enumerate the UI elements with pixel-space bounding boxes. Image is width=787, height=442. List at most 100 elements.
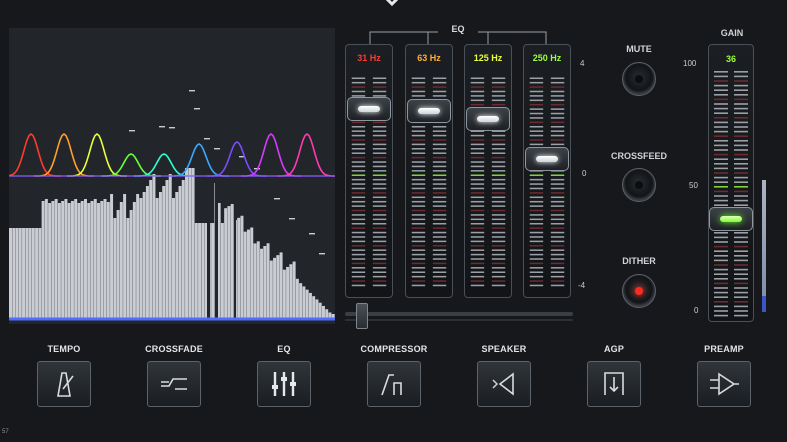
band-tick (432, 245, 447, 247)
eq-band-250hz[interactable]: 250 Hz (523, 44, 571, 298)
fx-crossfade[interactable]: CROSSFADE (134, 344, 214, 407)
fx-agp[interactable]: AGP (574, 344, 654, 407)
gain-tick (714, 245, 728, 248)
top-chevron-icon[interactable] (381, 0, 403, 12)
gain-tick (734, 172, 748, 174)
crossfade-icon (161, 378, 187, 390)
band-tick (550, 134, 565, 137)
gain-tick (734, 264, 748, 266)
band-knob[interactable] (347, 97, 391, 121)
band-tick (550, 284, 565, 287)
band-tick (411, 178, 426, 181)
band-tick (411, 275, 426, 278)
tempo-button[interactable] (37, 361, 91, 407)
band-tick (432, 275, 447, 278)
band-tick (372, 271, 387, 273)
band-tick (491, 192, 506, 194)
eq-scroll-track[interactable] (345, 312, 573, 316)
gain-tick (714, 195, 728, 197)
gain-tick (734, 163, 748, 165)
crossfeed-button[interactable] (622, 168, 656, 202)
fx-preamp[interactable]: PREAMP (684, 344, 764, 407)
eq-scale-top: 4 (580, 59, 585, 68)
band-tick (491, 99, 506, 102)
mute-button[interactable] (622, 62, 656, 96)
band-tick (529, 214, 544, 216)
gain-tick (714, 301, 728, 303)
gain-tick (734, 126, 748, 128)
band-tick (470, 231, 485, 234)
spectrum-bar (201, 223, 205, 318)
crossfeed-label: CROSSFEED (610, 151, 667, 161)
gain-tick (734, 268, 748, 271)
band-tick (529, 205, 544, 207)
band-tick (372, 231, 387, 234)
spectrum-peak (129, 130, 135, 132)
eq-band-31hz[interactable]: 31 Hz (345, 44, 393, 298)
spectrum-bar (289, 264, 293, 318)
spectrum-bar (168, 174, 172, 318)
band-tick (550, 200, 565, 203)
crossfade-button[interactable] (147, 361, 201, 407)
band-tick (432, 165, 447, 168)
band-tick (351, 209, 366, 212)
gain-tick (734, 245, 748, 248)
corner-text: 57 (2, 429, 9, 435)
band-tick (550, 125, 565, 128)
eq-band-63hz[interactable]: 63 Hz (405, 44, 453, 298)
dither-button[interactable] (622, 274, 656, 308)
gain-tick (734, 135, 748, 137)
gain-scale-mid: 50 (689, 181, 698, 190)
band-knob[interactable] (466, 107, 510, 131)
band-knob[interactable] (525, 147, 569, 171)
band-tick (432, 222, 447, 225)
preamp-button[interactable] (697, 361, 751, 407)
gain-tick (714, 232, 728, 234)
gain-tick (714, 158, 728, 160)
gain-ticks (714, 71, 748, 317)
band-tick (491, 170, 506, 172)
agp-button[interactable] (587, 361, 641, 407)
speaker-button[interactable] (477, 361, 531, 407)
band-tick (491, 152, 506, 154)
band-tick (529, 209, 544, 212)
band-tick (372, 134, 387, 137)
band-tick (432, 267, 447, 269)
fx-label: AGP (603, 344, 625, 354)
eq-band-125hz[interactable]: 125 Hz (464, 44, 512, 298)
band-tick (529, 227, 544, 229)
mute-label: MUTE (626, 44, 652, 54)
band-tick (351, 240, 366, 243)
band-tick (470, 134, 485, 137)
gain-knob[interactable] (709, 207, 753, 231)
fx-eq[interactable]: EQ (244, 344, 324, 407)
gain-tick (734, 84, 748, 87)
fx-speaker[interactable]: SPEAKER (464, 344, 544, 407)
fx-tempo[interactable]: TEMPO (24, 344, 104, 407)
gain-tick (714, 259, 728, 262)
band-tick (550, 214, 565, 216)
compressor-button[interactable] (367, 361, 421, 407)
fx-compressor[interactable]: COMPRESSOR (354, 344, 434, 407)
spectrum-peak (319, 253, 325, 255)
band-tick (529, 103, 544, 106)
band-tick (432, 231, 447, 234)
band-tick (351, 214, 366, 216)
band-tick (372, 214, 387, 216)
band-tick (491, 253, 506, 256)
gain-slider[interactable] (708, 44, 754, 322)
band-tick (550, 95, 565, 97)
eq-scroll-thumb[interactable] (356, 303, 368, 329)
eq-button[interactable] (257, 361, 311, 407)
band-tick (491, 214, 506, 216)
spectrum-bar (318, 302, 322, 318)
band-tick (411, 156, 426, 159)
band-tick (432, 196, 447, 199)
band-tick (529, 134, 544, 137)
band-tick (411, 236, 426, 238)
band-tick (351, 156, 366, 159)
band-tick (550, 103, 565, 106)
band-knob[interactable] (407, 99, 451, 123)
spectrum-bar (44, 199, 48, 318)
band-tick (491, 165, 506, 168)
